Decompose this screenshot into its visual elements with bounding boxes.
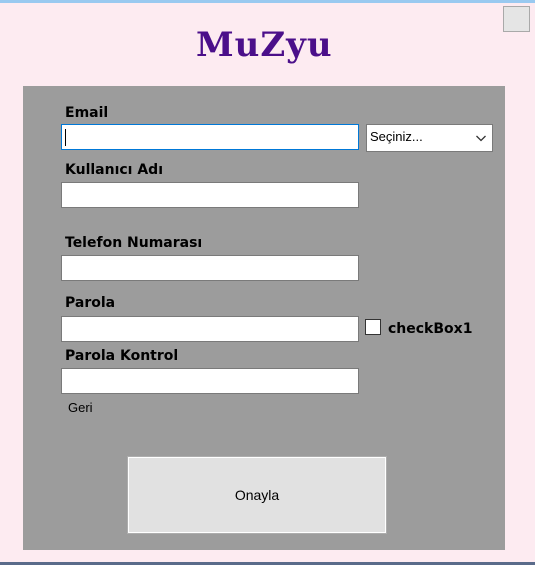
email-domain-select[interactable]: Seçiniz...: [366, 124, 493, 152]
password-label: Parola: [65, 295, 116, 311]
registration-form-panel: Email Seçiniz... Kullanıcı Adı Telefon N…: [23, 86, 505, 550]
app-title: MuZyu: [196, 25, 333, 65]
phone-label: Telefon Numarası: [65, 235, 203, 251]
password-field[interactable]: [61, 316, 359, 342]
text-caret: [65, 129, 66, 146]
back-link[interactable]: Geri: [68, 400, 93, 415]
window-square-button[interactable]: [503, 6, 530, 32]
email-label: Email: [65, 105, 109, 121]
email-field[interactable]: [61, 124, 359, 150]
window-top-border: [0, 0, 535, 3]
username-field[interactable]: [61, 182, 359, 208]
checkbox1-label[interactable]: checkBox1: [388, 320, 472, 338]
chevron-down-icon: [476, 135, 486, 142]
username-label: Kullanıcı Adı: [65, 162, 164, 178]
password-confirm-field[interactable]: [61, 368, 359, 394]
password-confirm-label: Parola Kontrol: [65, 348, 179, 364]
email-domain-select-value: Seçiniz...: [370, 129, 423, 144]
checkbox1[interactable]: [365, 319, 381, 335]
phone-field[interactable]: [61, 255, 359, 281]
confirm-button[interactable]: Onayla: [127, 456, 387, 534]
